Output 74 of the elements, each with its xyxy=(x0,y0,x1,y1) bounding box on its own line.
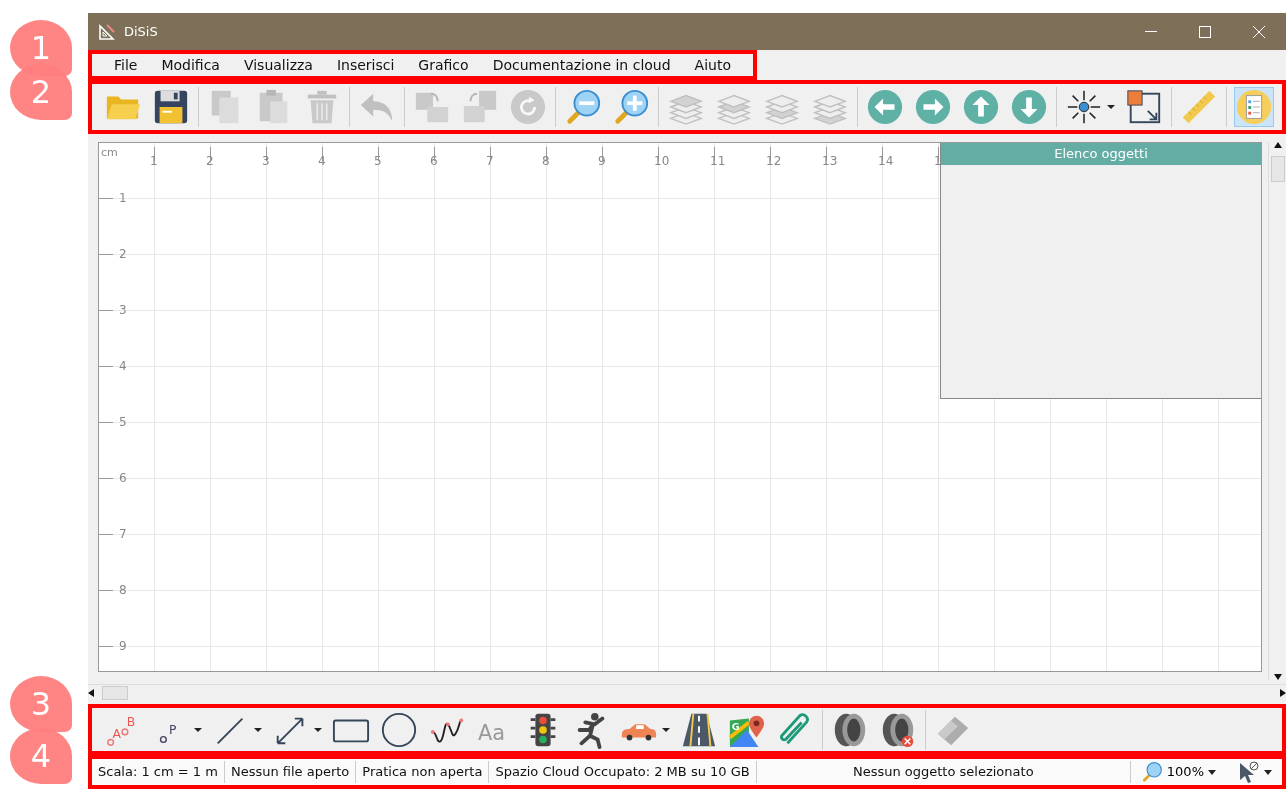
maximize-icon[interactable] xyxy=(1199,25,1211,38)
ruler-unit: cm xyxy=(101,147,118,158)
ruler-label: 8 xyxy=(542,155,550,167)
circle-icon[interactable] xyxy=(380,710,418,749)
ruler-label: 9 xyxy=(598,155,606,167)
status-text: Nessun file aperto xyxy=(224,761,357,783)
zoom-icon xyxy=(1140,761,1163,783)
arrow-up-icon[interactable] xyxy=(962,88,1000,126)
caret-icon[interactable] xyxy=(194,727,202,732)
ruler-label: 1 xyxy=(934,155,942,167)
panel-title: Elenco oggetti xyxy=(941,143,1261,165)
arrow-right-icon[interactable] xyxy=(914,88,952,126)
caret-icon[interactable] xyxy=(1107,105,1115,109)
close-icon[interactable] xyxy=(1253,25,1265,38)
ruler-label: 2 xyxy=(119,248,127,260)
ruler-label: 11 xyxy=(710,155,726,167)
menu-item[interactable]: Aiuto xyxy=(682,52,743,78)
ruler-label: 8 xyxy=(119,584,127,596)
ruler-label: 6 xyxy=(430,155,438,167)
menu-item[interactable]: Modifica xyxy=(149,52,232,78)
move-icon[interactable] xyxy=(1065,88,1103,126)
minimize-icon[interactable] xyxy=(1145,30,1157,33)
callout-badge: 4 xyxy=(10,728,72,784)
scroll-thumb[interactable] xyxy=(1270,156,1285,182)
ruler-label: 6 xyxy=(119,472,127,484)
caret-icon[interactable] xyxy=(254,727,262,732)
menu-item[interactable]: File xyxy=(102,52,150,78)
status-message: Nessun oggetto selezionato xyxy=(756,761,1131,783)
ruler-label: 5 xyxy=(374,155,382,167)
ruler-label: 7 xyxy=(486,155,494,167)
ruler-label: 2 xyxy=(206,155,214,167)
ruler-label: 14 xyxy=(878,155,894,167)
menu-item[interactable]: Documentazione in cloud xyxy=(480,52,683,78)
arrow-down-icon[interactable] xyxy=(1010,88,1048,126)
zoom-dropdown[interactable]: 100% xyxy=(1130,761,1226,783)
ruler-label: 1 xyxy=(150,155,158,167)
ruler-label: 13 xyxy=(822,155,838,167)
callout-badge: 3 xyxy=(10,676,72,732)
ruler-label: 7 xyxy=(119,528,127,540)
ruler-label: 4 xyxy=(119,360,127,372)
scroll-left-icon[interactable] xyxy=(88,688,94,697)
status-text: Scala: 1 cm = 1 m xyxy=(92,761,225,783)
horizontal-scrollbar[interactable] xyxy=(88,684,1286,700)
ruler-label: 4 xyxy=(318,155,326,167)
caret-icon[interactable] xyxy=(314,727,322,732)
caret-icon xyxy=(1264,769,1272,775)
ruler-label: 3 xyxy=(262,155,270,167)
ruler-label: 5 xyxy=(119,416,127,428)
ruler-label: 3 xyxy=(119,304,127,316)
status-text: Spazio Cloud Occupato: 2 MB su 10 GB xyxy=(489,761,757,783)
floppy-disk-icon[interactable] xyxy=(152,88,190,126)
status-text: Pratica non aperta xyxy=(356,761,490,783)
ruler-label: 9 xyxy=(119,640,127,652)
ruler-label: 10 xyxy=(654,155,670,167)
zoom-in-icon[interactable] xyxy=(612,88,650,126)
zoom-out-icon[interactable] xyxy=(564,88,602,126)
scroll-up-icon[interactable] xyxy=(1273,142,1282,148)
callout-badge: 1 xyxy=(10,20,72,76)
resize-icon[interactable] xyxy=(1125,88,1163,126)
ruler-label: 12 xyxy=(766,155,782,167)
arrow-left-icon[interactable] xyxy=(866,88,904,126)
window-title: DiSiS xyxy=(124,22,158,41)
caret-icon[interactable] xyxy=(662,727,670,732)
menu-item[interactable]: Inserisci xyxy=(324,52,407,78)
caret-icon xyxy=(1208,769,1216,775)
scroll-thumb[interactable] xyxy=(102,685,128,700)
ruler-label: 1 xyxy=(119,192,127,204)
scroll-right-icon[interactable] xyxy=(1280,688,1286,697)
scroll-down-icon[interactable] xyxy=(1273,674,1282,680)
menu-item[interactable]: Visualizza xyxy=(231,52,325,78)
menu-item[interactable]: Grafico xyxy=(406,52,481,78)
drawing-canvas[interactable]: cm 1 2 3 4 5 6 7 8 9 10 11 12 13 14 1 1 2 3 4 5 6 7 8 9 Elenco oggetti xyxy=(98,142,1262,672)
callout-badge: 2 xyxy=(10,64,72,120)
list-icon[interactable] xyxy=(1235,88,1273,126)
